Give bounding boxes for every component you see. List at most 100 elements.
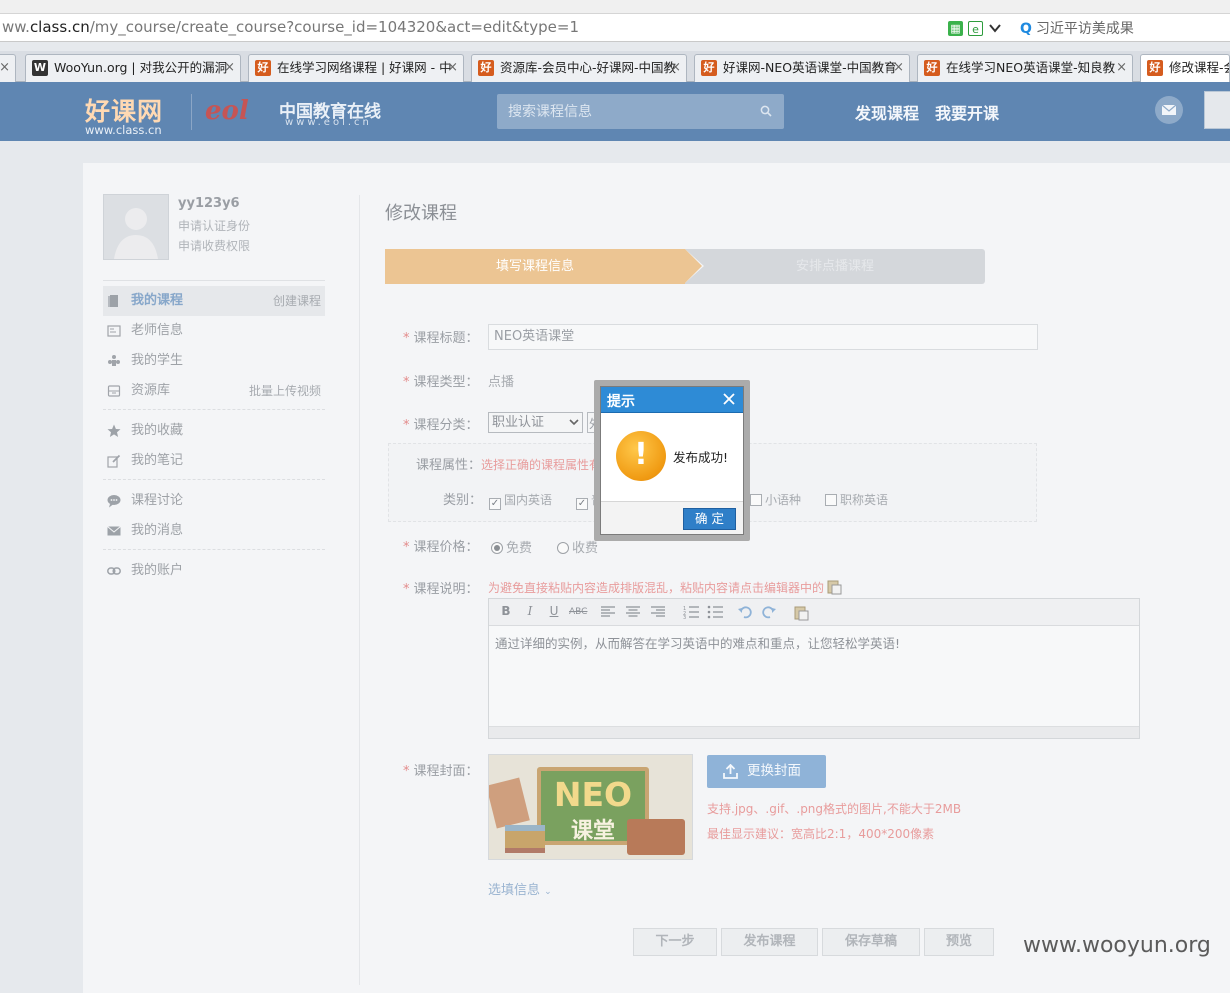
change-cover-button[interactable]: 更换封面 [707, 755, 826, 788]
bold-button[interactable]: B [497, 604, 515, 618]
course-search-input[interactable] [497, 94, 757, 129]
align-left-icon[interactable] [601, 606, 619, 618]
publish-course-button[interactable]: 发布课程 [721, 928, 818, 956]
tab-close-icon[interactable]: × [670, 55, 681, 81]
cover-book-stack-art [505, 825, 545, 853]
success-dialog: 提示 ! 发布成功! 确 定 [594, 380, 750, 541]
upload-icon [723, 764, 738, 779]
apply-verification-link[interactable]: 申请认证身份 [178, 217, 250, 234]
tab-4[interactable]: 好好课网-NEO英语课堂-中国教育 × [694, 54, 910, 82]
sidebar-item-my-courses[interactable]: 我的课程 创建课程 [103, 286, 325, 316]
browser-top-strip [0, 0, 1230, 14]
checkbox-title-english[interactable]: 职称英语 [825, 491, 888, 508]
course-price-label: * 课程价格： [403, 540, 479, 555]
dialog-footer: 确 定 [601, 501, 743, 534]
course-attr-label: 课程属性：选择正确的课程属性有 [416, 458, 602, 473]
kind-label: 类别： [443, 493, 483, 508]
sidebar-item-resources[interactable]: 资源库 批量上传视频 [103, 376, 325, 406]
dialog-body: 提示 ! 发布成功! 确 定 [600, 386, 744, 535]
editor-content[interactable]: 通过详细的实例，从而解答在学习英语中的难点和重点，让您轻松学英语! [495, 633, 900, 652]
step-arrange-vod: 安排点播课程 [685, 249, 985, 284]
sidebar-item-discussion[interactable]: 课程讨论 [103, 486, 325, 516]
sidebar-item-notes[interactable]: 我的笔记 [103, 446, 325, 476]
step-label: 安排点播课程 [795, 259, 874, 274]
id-card-icon [107, 325, 121, 337]
apply-charge-permission-link[interactable]: 申请收费权限 [178, 237, 250, 254]
chat-icon [107, 495, 121, 508]
tab-strip: × W WooYun.org | 对我公开的漏洞 × 好在线学习网络课程 | 好课网… [0, 51, 1230, 83]
preview-button[interactable]: 预览 [924, 928, 994, 956]
haokewang-favicon-icon: 好 [924, 60, 940, 76]
undo-icon[interactable] [738, 605, 756, 619]
strikethrough-button[interactable]: ABC [569, 607, 587, 617]
username[interactable]: yy123y6 [178, 196, 240, 211]
eol-wordmark: eol [205, 96, 249, 126]
editor-resize-bar[interactable] [489, 726, 1139, 738]
ie-mode-icon[interactable]: e [968, 20, 983, 36]
create-course-link[interactable]: 创建课程 [273, 286, 321, 316]
checkbox-domestic-english[interactable]: ✓ 国内英语 [489, 491, 552, 510]
align-center-icon[interactable] [626, 606, 644, 618]
close-icon[interactable] [721, 391, 737, 407]
checkbox-minor-language[interactable]: 小语种 [750, 491, 801, 508]
sidebar-item-favorites[interactable]: 我的收藏 [103, 416, 325, 446]
tab-close-icon[interactable]: × [1116, 55, 1127, 81]
url-text[interactable]: ww.class.cn/my_course/create_course?cour… [2, 18, 579, 36]
price-free-radio[interactable]: 免费 [491, 537, 532, 556]
nav-open-course[interactable]: 我要开课 [935, 100, 999, 124]
tab-label: 修改课程-会 [1169, 60, 1230, 75]
chevron-down-icon: ⌄ [544, 887, 552, 897]
star-icon [107, 424, 121, 437]
search-engine-icon: Q [1020, 21, 1032, 37]
haokewang-favicon-icon: 好 [478, 60, 494, 76]
tab-6-active[interactable]: 好修改课程-会 [1140, 54, 1230, 83]
edit-icon [107, 454, 121, 468]
italic-button[interactable]: I [521, 604, 539, 618]
tab-2[interactable]: 好在线学习网络课程 | 好课网 - 中 × [248, 54, 464, 82]
address-bar[interactable]: ww.class.cn/my_course/create_course?cour… [0, 14, 1230, 42]
dialog-title: 提示 [607, 394, 635, 410]
next-step-button[interactable]: 下一步 [633, 928, 717, 956]
sidebar-item-messages[interactable]: 我的消息 [103, 516, 325, 546]
browser-search-box[interactable]: Q 习近平访美成果 [1020, 18, 1134, 38]
dropdown-chevron-icon[interactable] [988, 21, 1002, 35]
paste-text-icon[interactable] [826, 579, 842, 595]
sidebar-item-teacher-info[interactable]: 老师信息 [103, 316, 325, 346]
optional-info-toggle[interactable]: 选填信息 ⌄ [488, 879, 552, 898]
haokewang-logo[interactable]: 好课网 www.class.cn [85, 92, 163, 137]
book-icon [108, 295, 118, 307]
nav-discover-courses[interactable]: 发现课程 [855, 100, 919, 124]
tab-close-icon[interactable]: × [893, 55, 904, 81]
tab-close-icon[interactable]: × [447, 55, 458, 81]
ok-button[interactable]: 确 定 [683, 508, 736, 530]
paste-text-icon[interactable] [793, 605, 811, 621]
save-draft-button[interactable]: 保存草稿 [822, 928, 920, 956]
tab-1[interactable]: W WooYun.org | 对我公开的漏洞 × [25, 54, 241, 82]
redo-icon[interactable] [762, 605, 780, 619]
tab-3[interactable]: 好资源库-会员中心-好课网-中国教 × [471, 54, 687, 82]
price-paid-radio[interactable]: 收费 [557, 537, 598, 556]
tab-0[interactable]: × [0, 54, 16, 82]
mail-button[interactable] [1155, 96, 1183, 124]
user-avatar[interactable] [1204, 91, 1230, 129]
tab-label: WooYun.org | 对我公开的漏洞 [54, 60, 228, 75]
qr-code-icon[interactable]: ▦ [948, 20, 963, 36]
category-select[interactable]: 职业认证 [488, 412, 583, 433]
sidebar-item-account[interactable]: 我的账户 [103, 556, 325, 586]
avatar[interactable] [103, 194, 169, 260]
cover-briefcase-art [627, 819, 685, 855]
course-title-input[interactable]: NEO英语课堂 [488, 324, 1038, 350]
tab-5[interactable]: 好在线学习NEO英语课堂-知良教 × [917, 54, 1133, 82]
unordered-list-icon[interactable] [707, 605, 725, 619]
batch-upload-video-link[interactable]: 批量上传视频 [249, 376, 321, 406]
tab-label: 在线学习网络课程 | 好课网 - 中 [277, 60, 452, 75]
sidebar-item-my-students[interactable]: 我的学生 [103, 346, 325, 376]
eol-logo[interactable]: eol 中国教育在线 www.eol.cn [205, 92, 385, 132]
underline-button[interactable]: U [545, 604, 563, 618]
search-icon[interactable] [760, 105, 772, 117]
ordered-list-icon[interactable]: 123 [683, 605, 701, 619]
chevron-down-icon [569, 419, 579, 426]
tab-close-icon[interactable]: × [0, 55, 10, 81]
align-right-icon[interactable] [651, 606, 669, 618]
tab-close-icon[interactable]: × [224, 55, 235, 81]
